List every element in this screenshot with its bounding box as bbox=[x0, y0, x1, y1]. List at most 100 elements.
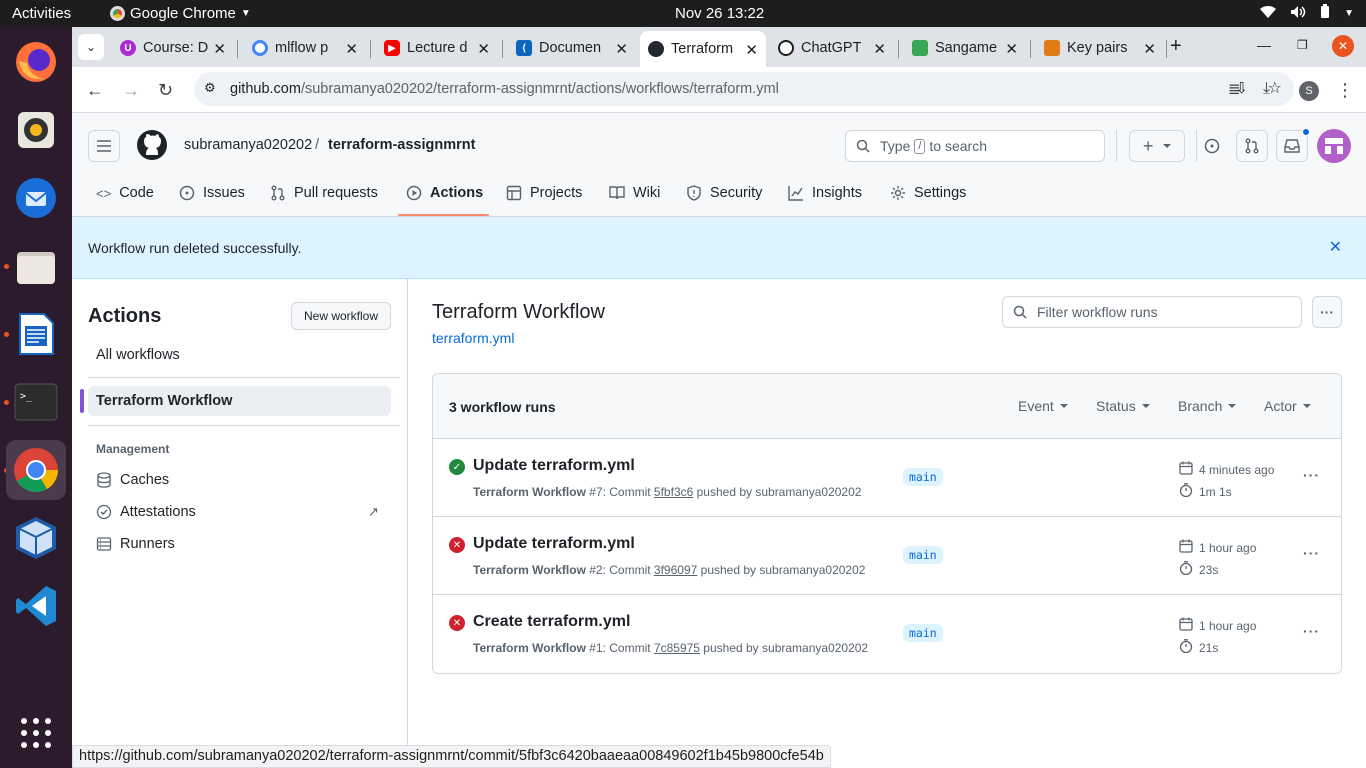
files-icon[interactable] bbox=[10, 240, 62, 292]
close-tab-icon[interactable]: ✕ bbox=[873, 40, 886, 58]
repo-name-link[interactable]: terraform-assignmrnt bbox=[328, 137, 475, 153]
run-title[interactable]: Update terraform.yml bbox=[473, 457, 635, 475]
tab-3[interactable]: ⟨ Documen ✕ bbox=[508, 33, 636, 63]
tab-insights[interactable]: Insights bbox=[788, 185, 862, 201]
github-logo-icon[interactable] bbox=[136, 129, 168, 164]
all-workflows-link[interactable]: All workflows bbox=[88, 340, 391, 370]
close-icon[interactable]: ✕ bbox=[1329, 237, 1342, 257]
rhythmbox-icon[interactable] bbox=[10, 104, 62, 156]
virtualbox-icon[interactable] bbox=[10, 512, 62, 564]
run-title[interactable]: Update terraform.yml bbox=[473, 535, 635, 553]
app-menu[interactable]: Google Chrome ▼ bbox=[110, 5, 251, 22]
site-info-icon[interactable]: ⚙ bbox=[204, 80, 216, 96]
vscode-dock-icon[interactable] bbox=[10, 580, 62, 632]
close-tab-icon[interactable]: ✕ bbox=[745, 41, 758, 59]
chrome-menu-icon[interactable]: ⋮ bbox=[1336, 80, 1354, 101]
clock[interactable]: Nov 26 13:22 bbox=[675, 5, 764, 22]
tab-security[interactable]: Security bbox=[686, 185, 762, 201]
activities-button[interactable]: Activities bbox=[12, 5, 71, 22]
reload-icon[interactable]: ↻ bbox=[158, 80, 173, 101]
new-workflow-button[interactable]: New workflow bbox=[291, 302, 392, 330]
runs-count: 3 workflow runs bbox=[449, 399, 556, 415]
downloads-icon[interactable]: ⤓ bbox=[1263, 80, 1270, 98]
back-icon[interactable]: ← bbox=[86, 80, 104, 101]
attestations-link[interactable]: Attestations ↗ bbox=[96, 504, 386, 520]
thunderbird-icon[interactable] bbox=[10, 172, 62, 224]
hamburger-menu-icon[interactable] bbox=[88, 130, 120, 162]
close-tab-icon[interactable]: ✕ bbox=[1005, 40, 1018, 58]
kebab-horizontal-icon: ··· bbox=[1320, 304, 1334, 320]
pull-requests-icon-button[interactable] bbox=[1236, 130, 1268, 162]
runners-link[interactable]: Runners bbox=[96, 536, 175, 552]
close-tab-icon[interactable]: ✕ bbox=[477, 40, 490, 58]
tab-2[interactable]: ▶ Lecture d ✕ bbox=[376, 33, 498, 63]
chevron-down-icon bbox=[1302, 404, 1311, 408]
repo-owner-link[interactable]: subramanya020202 bbox=[184, 137, 312, 153]
event-filter[interactable]: Event bbox=[1018, 398, 1068, 414]
system-tray[interactable]: ▼ bbox=[1260, 4, 1354, 23]
chrome-dock-icon[interactable] bbox=[6, 440, 66, 500]
actor-filter[interactable]: Actor bbox=[1264, 398, 1311, 414]
tab-pull-requests[interactable]: Pull requests bbox=[270, 185, 378, 201]
close-tab-icon[interactable]: ✕ bbox=[213, 40, 226, 58]
media-control-icon[interactable]: ≣ bbox=[1228, 80, 1241, 98]
issues-icon-button[interactable] bbox=[1196, 130, 1228, 162]
address-bar[interactable]: ⚙ github.com/subramanya020202/terraform-… bbox=[194, 72, 1294, 106]
tab-7[interactable]: Key pairs ✕ bbox=[1036, 33, 1164, 63]
tab-wiki[interactable]: Wiki bbox=[609, 185, 660, 201]
tab-projects[interactable]: Projects bbox=[506, 185, 582, 201]
tab-code[interactable]: <> Code bbox=[96, 185, 154, 201]
kebab-menu-button[interactable]: ··· bbox=[1312, 296, 1342, 328]
kebab-horizontal-icon[interactable]: ··· bbox=[1303, 623, 1320, 639]
selected-workflow-link[interactable]: Terraform Workflow bbox=[80, 386, 391, 416]
inbox-icon-button[interactable] bbox=[1276, 128, 1310, 162]
forward-icon[interactable]: → bbox=[122, 80, 140, 101]
workflow-main: Terraform Workflow terraform.yml Filter … bbox=[432, 279, 1342, 749]
stopwatch-icon bbox=[1179, 639, 1193, 656]
kebab-horizontal-icon[interactable]: ··· bbox=[1303, 545, 1320, 561]
show-apps-icon[interactable] bbox=[10, 707, 62, 759]
table-row[interactable]: ✓ Update terraform.yml Terraform Workflo… bbox=[433, 439, 1341, 517]
tab-5[interactable]: ChatGPT ✕ bbox=[770, 33, 894, 63]
new-tab-button[interactable]: + bbox=[1170, 35, 1182, 58]
system-top-bar: Activities Google Chrome ▼ Nov 26 13:22 … bbox=[0, 0, 1366, 27]
search-input[interactable]: Type / to search bbox=[845, 130, 1105, 162]
close-tab-icon[interactable]: ✕ bbox=[345, 40, 358, 58]
run-meta: Terraform Workflow #2: Commit 3f96097 pu… bbox=[473, 563, 866, 577]
tab-issues[interactable]: Issues bbox=[179, 185, 245, 201]
user-avatar[interactable] bbox=[1317, 129, 1351, 163]
close-tab-icon[interactable]: ✕ bbox=[615, 40, 628, 58]
tab-0[interactable]: U Course: D ✕ bbox=[112, 33, 234, 63]
maximize-button[interactable]: ❐ bbox=[1297, 38, 1308, 52]
branch-filter[interactable]: Branch bbox=[1178, 398, 1237, 414]
profile-avatar[interactable]: S bbox=[1299, 81, 1319, 101]
tab-4-active[interactable]: Terraform ✕ bbox=[640, 31, 766, 67]
branch-label[interactable]: main bbox=[903, 546, 943, 564]
database-icon bbox=[97, 472, 111, 488]
tab-search-button[interactable]: ⌄ bbox=[78, 34, 104, 60]
table-row[interactable]: ✕ Create terraform.yml Terraform Workflo… bbox=[433, 595, 1341, 673]
branch-label[interactable]: main bbox=[903, 624, 943, 642]
commit-link[interactable]: 3f96097 bbox=[654, 563, 697, 577]
table-row[interactable]: ✕ Update terraform.yml Terraform Workflo… bbox=[433, 517, 1341, 595]
close-tab-icon[interactable]: ✕ bbox=[1143, 40, 1156, 58]
commit-link[interactable]: 5fbf3c6 bbox=[654, 485, 693, 499]
branch-label[interactable]: main bbox=[903, 468, 943, 486]
libreoffice-writer-icon[interactable] bbox=[10, 308, 62, 360]
tab-settings[interactable]: Settings bbox=[890, 185, 966, 201]
kebab-horizontal-icon[interactable]: ··· bbox=[1303, 467, 1320, 483]
create-new-button[interactable]: + bbox=[1129, 130, 1185, 162]
terminal-icon[interactable]: >_ bbox=[10, 376, 62, 428]
firefox-icon[interactable] bbox=[10, 36, 62, 88]
tab-actions[interactable]: Actions bbox=[406, 185, 483, 201]
close-window-button[interactable]: ✕ bbox=[1332, 35, 1354, 57]
commit-link[interactable]: 7c85975 bbox=[654, 641, 700, 655]
run-title[interactable]: Create terraform.yml bbox=[473, 613, 630, 631]
workflow-file-link[interactable]: terraform.yml bbox=[432, 330, 514, 346]
minimize-button[interactable]: — bbox=[1257, 37, 1271, 53]
caches-link[interactable]: Caches bbox=[96, 472, 169, 488]
status-filter[interactable]: Status bbox=[1096, 398, 1150, 414]
filter-runs-input[interactable]: Filter workflow runs bbox=[1002, 296, 1302, 328]
tab-6[interactable]: Sangame ✕ bbox=[904, 33, 1026, 63]
tab-1[interactable]: mlflow p ✕ bbox=[244, 33, 366, 63]
